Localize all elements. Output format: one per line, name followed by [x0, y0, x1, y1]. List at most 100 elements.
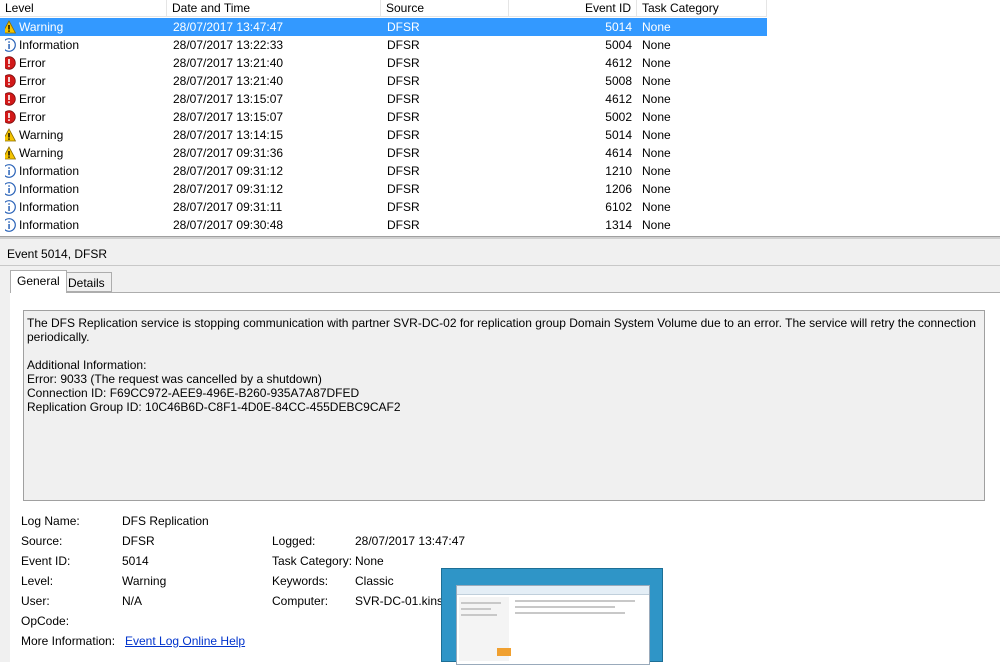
table-row[interactable]: Error 28/07/2017 13:21:40 DFSR 4612 None: [0, 54, 767, 72]
table-row[interactable]: Warning 28/07/2017 13:47:47 DFSR 5014 None: [0, 18, 767, 36]
task-category-cell: None: [642, 38, 671, 52]
date-cell: 28/07/2017 13:15:07: [173, 92, 284, 106]
keywords-label: Keywords:: [272, 574, 329, 588]
logged-label: Logged:: [272, 534, 316, 548]
table-row[interactable]: Information 28/07/2017 09:31:11 DFSR 6102 No…: [0, 198, 767, 216]
date-cell: 28/07/2017 09:30:48: [173, 218, 284, 232]
task-category-cell: None: [642, 182, 671, 196]
level-text: Information: [19, 200, 80, 214]
source-cell: DFSR: [387, 164, 420, 178]
table-row[interactable]: Information 28/07/2017 09:31:12 DFSR 1206 No…: [0, 180, 767, 198]
level-text: Error: [19, 92, 46, 106]
level-cell: Information: [5, 180, 165, 198]
level-text: Warning: [19, 146, 64, 160]
computer-label: Computer:: [272, 594, 329, 608]
event-id-cell: 1210: [605, 164, 632, 178]
column-header-date-time[interactable]: Date and Time: [167, 0, 381, 17]
event-id-cell: 1314: [605, 218, 632, 232]
event-id-label: Event ID:: [21, 554, 71, 568]
error-icon: [5, 110, 19, 124]
event-id-cell: 5014: [605, 20, 632, 34]
source-label: Source:: [21, 534, 63, 548]
warning-icon: [5, 128, 19, 142]
event-description[interactable]: The DFS Replication service is stopping …: [23, 310, 985, 501]
table-row[interactable]: Error 28/07/2017 13:21:40 DFSR 5008 None: [0, 72, 767, 90]
source-cell: DFSR: [387, 92, 420, 106]
source-cell: DFSR: [387, 38, 420, 52]
event-id-cell: 5008: [605, 74, 632, 88]
event-detail-title: Event 5014, DFSR: [7, 247, 108, 261]
date-cell: 28/07/2017 13:21:40: [173, 56, 284, 70]
column-header-level[interactable]: Level: [0, 0, 167, 17]
info-icon: [5, 164, 19, 178]
level-text: Error: [19, 56, 46, 70]
replication-group-id-line: Replication Group ID: 10C46B6D-C8F1-4D0E…: [27, 400, 401, 414]
connection-id-line: Connection ID: F69CC972-AEE9-496E-B260-9…: [27, 386, 360, 400]
date-cell: 28/07/2017 13:22:33: [173, 38, 284, 52]
table-row[interactable]: Warning 28/07/2017 09:31:36 DFSR 4614 None: [0, 144, 767, 162]
log-name-value: DFS Replication: [122, 514, 209, 528]
level-cell: Error: [5, 90, 165, 108]
level-label: Level:: [21, 574, 54, 588]
column-header-row: Level Date and Time Source Event ID Task…: [0, 0, 1000, 18]
table-row[interactable]: Error 28/07/2017 13:15:07 DFSR 4612 None: [0, 90, 767, 108]
table-row[interactable]: Information 28/07/2017 09:31:12 DFSR 1210 No…: [0, 162, 767, 180]
column-header-source[interactable]: Source: [381, 0, 509, 17]
event-id-cell: 5014: [605, 128, 632, 142]
date-cell: 28/07/2017 09:31:11: [173, 200, 283, 214]
task-category-value: None: [355, 554, 384, 568]
source-cell: DFSR: [387, 128, 420, 142]
level-cell: Warning: [5, 18, 165, 36]
task-category-cell: None: [642, 200, 671, 214]
level-text: Error: [19, 74, 46, 88]
computer-value: SVR-DC-01.kinso: [355, 594, 450, 608]
tab-general[interactable]: General: [10, 270, 67, 293]
event-id-cell: 5002: [605, 110, 632, 124]
source-cell: DFSR: [387, 56, 420, 70]
taskbar-window-preview-thumbnail[interactable]: [441, 568, 663, 665]
level-cell: Error: [5, 72, 165, 90]
table-row[interactable]: Warning 28/07/2017 13:14:15 DFSR 5014 None: [0, 126, 767, 144]
error-icon: [5, 92, 19, 106]
date-cell: 28/07/2017 13:21:40: [173, 74, 284, 88]
level-text: Error: [19, 110, 46, 124]
preview-window-image: [456, 585, 650, 665]
level-text: Warning: [19, 20, 64, 34]
event-id-cell: 5004: [605, 38, 632, 52]
level-cell: Information: [5, 36, 165, 54]
task-category-cell: None: [642, 110, 671, 124]
table-row[interactable]: Error 28/07/2017 13:15:07 DFSR 5002 None: [0, 108, 767, 126]
level-value: Warning: [122, 574, 167, 588]
task-category-cell: None: [642, 164, 671, 178]
task-category-cell: None: [642, 56, 671, 70]
level-cell: Warning: [5, 126, 165, 144]
source-cell: DFSR: [387, 182, 420, 196]
column-header-task-category[interactable]: Task Category: [637, 0, 767, 17]
log-name-label: Log Name:: [21, 514, 80, 528]
level-text: Information: [19, 38, 80, 52]
keywords-value: Classic: [355, 574, 394, 588]
level-text: Information: [19, 218, 80, 232]
event-log-online-help-link[interactable]: Event Log Online Help: [125, 634, 245, 648]
task-category-cell: None: [642, 74, 671, 88]
date-cell: 28/07/2017 09:31:12: [173, 182, 284, 196]
date-cell: 28/07/2017 13:47:47: [173, 20, 284, 34]
table-row[interactable]: Information 28/07/2017 13:22:33 DFSR 5004 No…: [0, 36, 767, 54]
event-list[interactable]: Level Date and Time Source Event ID Task…: [0, 0, 1000, 236]
level-cell: Information: [5, 162, 165, 180]
divider: [0, 265, 1000, 266]
source-cell: DFSR: [387, 200, 420, 214]
event-id-value: 5014: [122, 554, 149, 568]
level-text: Information: [19, 164, 80, 178]
warning-icon: [5, 20, 19, 34]
task-category-label: Task Category:: [272, 554, 353, 568]
column-header-event-id[interactable]: Event ID: [509, 0, 637, 17]
task-category-cell: None: [642, 218, 671, 232]
date-cell: 28/07/2017 13:15:07: [173, 110, 284, 124]
tab-details[interactable]: Details: [61, 272, 112, 292]
event-id-cell: 4612: [605, 56, 632, 70]
task-category-cell: None: [642, 146, 671, 160]
table-row[interactable]: Information 28/07/2017 09:30:48 DFSR 1314 No…: [0, 216, 767, 234]
info-icon: [5, 200, 19, 214]
source-value: DFSR: [122, 534, 155, 548]
